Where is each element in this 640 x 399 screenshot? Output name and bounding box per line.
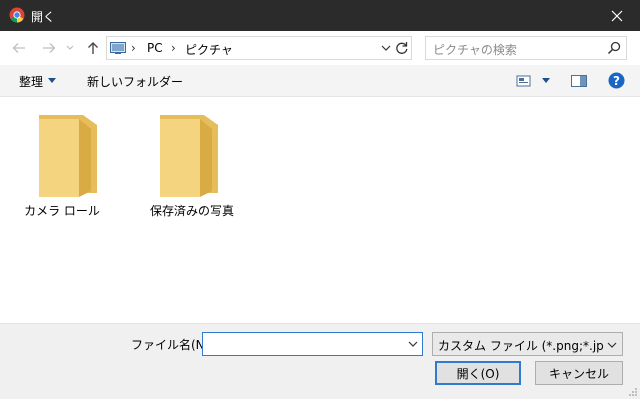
help-button[interactable]: ? [608, 72, 625, 89]
open-button-label: 開く(O) [456, 366, 500, 381]
arrow-right-icon [43, 43, 56, 53]
filename-field[interactable] [202, 332, 423, 356]
close-button[interactable] [594, 0, 640, 31]
chevron-down-icon [607, 342, 617, 348]
folder-label: 保存済みの写真 [149, 204, 234, 218]
search-icon [607, 41, 621, 55]
file-type-value: カスタム ファイル (*.png;*.jpg;*.jpe [438, 339, 604, 353]
folder-icon [160, 115, 218, 197]
search-box[interactable]: ピクチャの検索 [425, 36, 627, 60]
window-title: 開く [31, 10, 56, 24]
help-icon: ? [608, 72, 625, 89]
preview-pane-icon [571, 75, 587, 87]
refresh-icon [396, 42, 408, 54]
folder-icon [39, 115, 97, 197]
caret-down-icon [48, 78, 56, 83]
new-folder-button[interactable]: 新しいフォルダー [87, 73, 183, 90]
chrome-app-icon [9, 7, 25, 23]
bottom-panel: ファイル名(N): カスタム ファイル (*.png;*.jpg;*.jpe 開… [0, 323, 640, 399]
back-button[interactable] [10, 39, 28, 57]
organize-button[interactable]: 整理 [19, 73, 43, 90]
folder-item[interactable]: 保存済みの写真 [142, 111, 242, 221]
title-bar: 開く [0, 0, 640, 31]
file-type-select[interactable]: カスタム ファイル (*.png;*.jpg;*.jpe [432, 332, 623, 356]
up-button[interactable] [84, 39, 102, 57]
recent-locations-button[interactable] [64, 39, 76, 57]
breadcrumb-pictures[interactable]: ピクチャ [185, 41, 233, 58]
breadcrumb-separator: › [171, 41, 176, 55]
command-bar: 整理 新しいフォルダー ? [0, 65, 640, 97]
view-options-button[interactable] [516, 74, 532, 88]
close-icon [611, 10, 623, 21]
forward-button[interactable] [40, 39, 58, 57]
view-icon [516, 75, 531, 87]
cancel-button[interactable]: キャンセル [535, 361, 623, 385]
breadcrumb-separator: › [131, 41, 136, 55]
filename-input[interactable] [206, 334, 402, 354]
preview-pane-button[interactable] [571, 74, 587, 88]
address-dropdown-button[interactable] [379, 40, 393, 56]
file-list: カメラ ロール 保存済みの写真 [0, 97, 640, 323]
view-caret-icon[interactable] [542, 78, 550, 83]
pc-icon [110, 42, 126, 54]
chevron-down-icon [66, 45, 74, 50]
address-box[interactable]: › PC › ピクチャ [106, 36, 412, 60]
svg-text:?: ? [613, 74, 620, 88]
search-placeholder: ピクチャの検索 [433, 43, 517, 57]
folder-item[interactable]: カメラ ロール [17, 111, 107, 221]
chevron-down-icon[interactable] [407, 338, 419, 350]
arrow-left-icon [12, 43, 25, 53]
arrow-up-icon [88, 42, 98, 54]
resize-grip-icon[interactable] [628, 387, 638, 397]
open-button[interactable]: 開く(O) [435, 361, 521, 385]
chevron-down-icon [381, 45, 391, 51]
cancel-button-label: キャンセル [548, 366, 609, 381]
refresh-button[interactable] [394, 40, 410, 56]
folder-label: カメラ ロール [24, 204, 100, 218]
breadcrumb-pc[interactable]: PC [147, 41, 163, 55]
